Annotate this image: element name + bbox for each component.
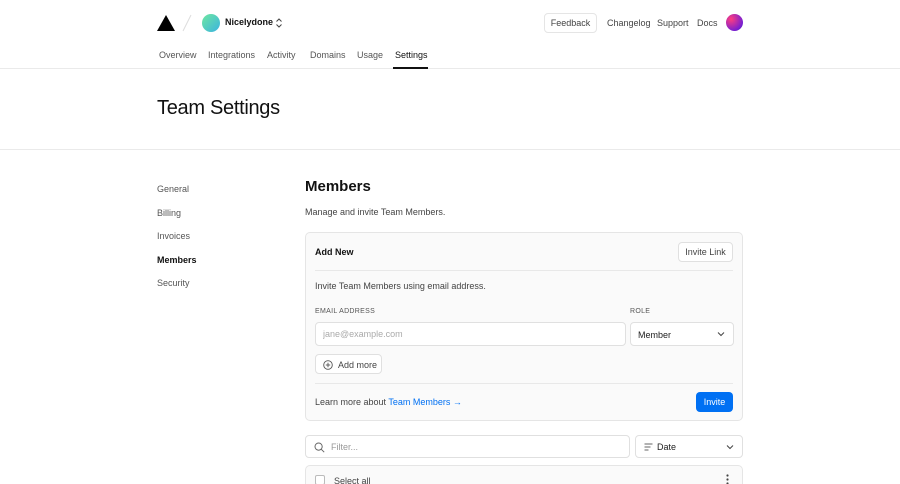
tab-bar: Overview Integrations Activity Domains U… bbox=[0, 44, 900, 69]
user-avatar[interactable] bbox=[726, 14, 743, 31]
vercel-logo-icon[interactable] bbox=[157, 15, 175, 31]
sort-select[interactable]: Date bbox=[635, 435, 743, 458]
search-icon bbox=[314, 442, 325, 453]
tab-domains[interactable]: Domains bbox=[310, 50, 346, 60]
add-more-button[interactable]: Add more bbox=[315, 354, 382, 374]
feedback-button[interactable]: Feedback bbox=[544, 13, 597, 33]
add-new-card: Add New Invite Link Invite Team Members … bbox=[305, 232, 743, 421]
page-title: Team Settings bbox=[157, 97, 280, 119]
chevron-up-down-icon[interactable] bbox=[275, 17, 283, 29]
sidebar-item-billing[interactable]: Billing bbox=[157, 208, 181, 218]
members-table-header: Select all bbox=[305, 465, 743, 484]
card-description: Invite Team Members using email address. bbox=[315, 281, 486, 291]
select-all-checkbox[interactable] bbox=[315, 475, 325, 484]
filter-input[interactable] bbox=[331, 439, 621, 455]
sidebar-item-general[interactable]: General bbox=[157, 184, 189, 194]
email-label: EMAIL ADDRESS bbox=[315, 308, 376, 315]
learn-more-prefix: Learn more about bbox=[315, 397, 389, 407]
select-all-label: Select all bbox=[334, 476, 371, 484]
plus-circle-icon bbox=[323, 360, 333, 370]
tab-overview[interactable]: Overview bbox=[159, 50, 197, 60]
tab-integrations[interactable]: Integrations bbox=[208, 50, 255, 60]
title-band: Team Settings bbox=[0, 69, 900, 150]
invite-button[interactable]: Invite bbox=[696, 392, 733, 412]
card-title: Add New bbox=[315, 247, 354, 257]
chevron-down-icon bbox=[726, 445, 734, 450]
support-link[interactable]: Support bbox=[657, 18, 689, 28]
sidebar-item-invoices[interactable]: Invoices bbox=[157, 231, 190, 241]
chevron-down-icon bbox=[717, 332, 725, 337]
email-input[interactable] bbox=[315, 322, 626, 346]
docs-link[interactable]: Docs bbox=[697, 18, 718, 28]
role-label: ROLE bbox=[630, 308, 651, 315]
sort-value: Date bbox=[657, 442, 677, 452]
filter-box bbox=[305, 435, 630, 458]
team-name[interactable]: Nicelydone bbox=[225, 17, 273, 27]
slash-divider-icon bbox=[182, 14, 192, 32]
section-subtitle: Manage and invite Team Members. bbox=[305, 207, 446, 217]
changelog-link[interactable]: Changelog bbox=[607, 18, 651, 28]
learn-more-text: Learn more about Team Members → bbox=[315, 397, 462, 407]
tab-settings[interactable]: Settings bbox=[395, 50, 428, 60]
card-divider-bottom bbox=[315, 383, 733, 384]
tab-usage[interactable]: Usage bbox=[357, 50, 383, 60]
card-divider bbox=[315, 270, 733, 271]
role-value: Member bbox=[638, 330, 672, 340]
team-avatar[interactable] bbox=[202, 14, 220, 32]
tab-activity[interactable]: Activity bbox=[267, 50, 296, 60]
top-navigation: Nicelydone Feedback Changelog Support Do… bbox=[0, 0, 900, 69]
add-more-label: Add more bbox=[338, 360, 378, 370]
team-members-link[interactable]: Team Members → bbox=[388, 397, 462, 407]
sidebar-item-security[interactable]: Security bbox=[157, 278, 190, 288]
invite-link-button[interactable]: Invite Link bbox=[678, 242, 733, 262]
section-title: Members bbox=[305, 178, 371, 195]
sort-icon bbox=[644, 443, 653, 451]
sidebar-item-members[interactable]: Members bbox=[157, 255, 197, 265]
more-vertical-icon[interactable] bbox=[726, 474, 729, 484]
role-select[interactable]: Member bbox=[630, 322, 734, 346]
